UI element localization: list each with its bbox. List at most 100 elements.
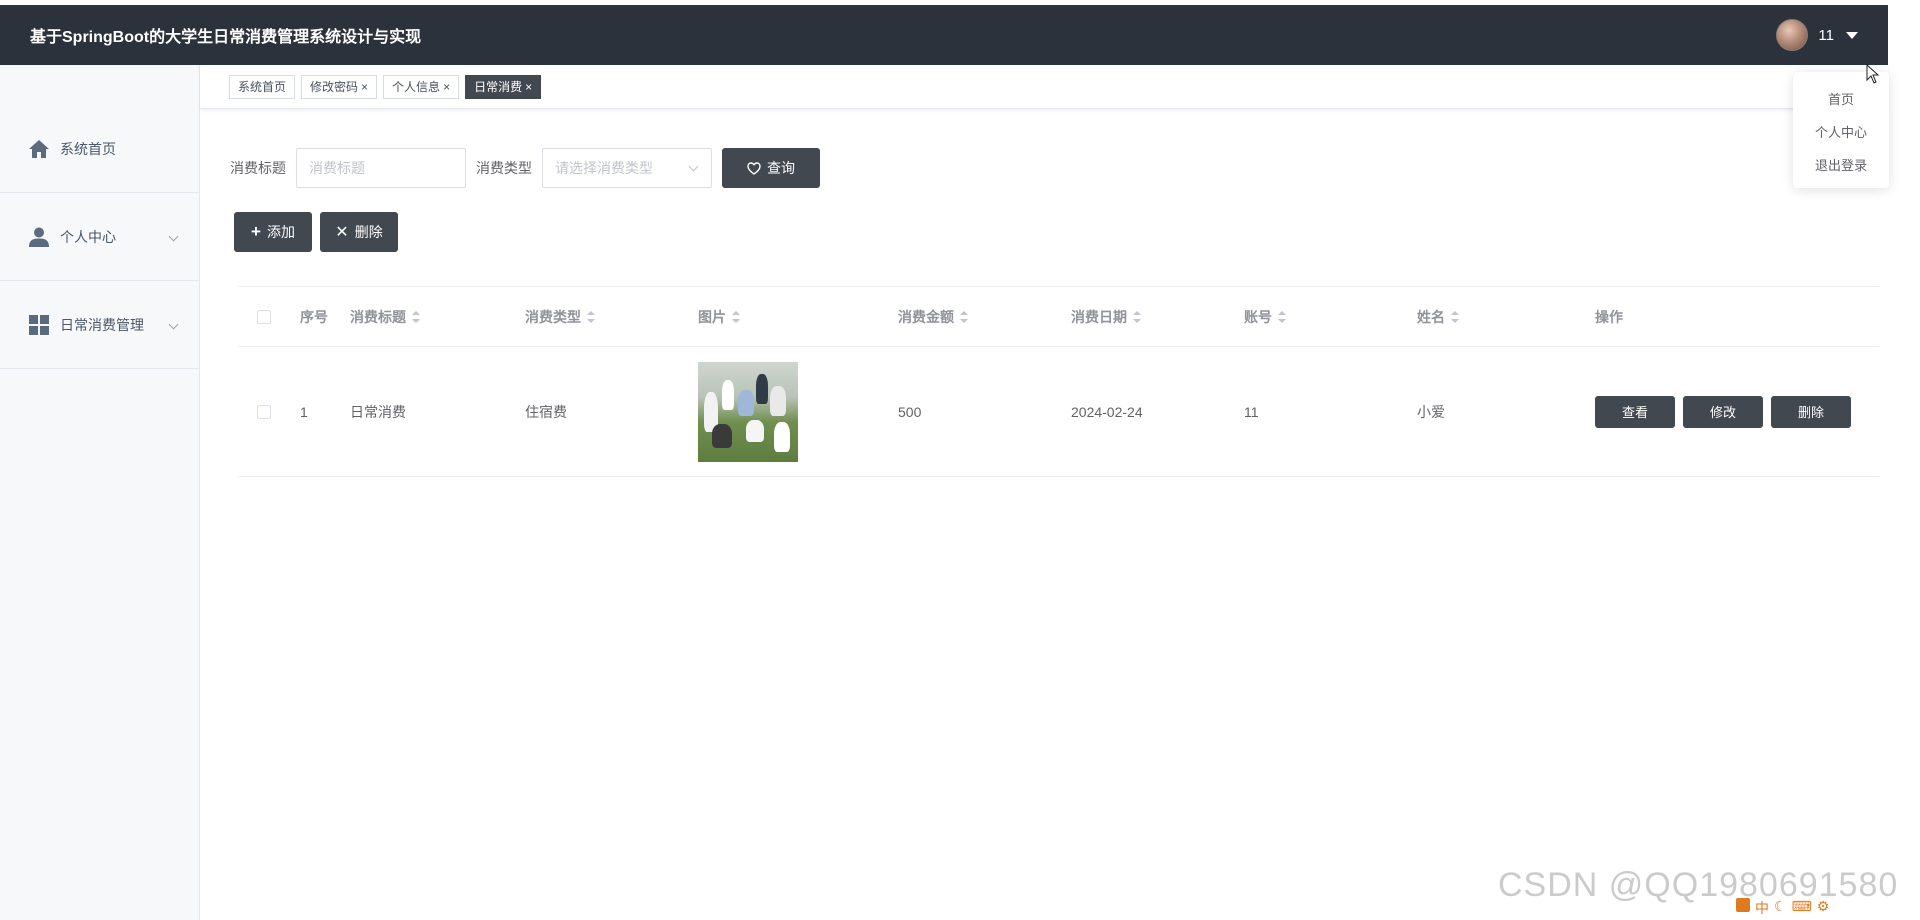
photo-figure — [770, 385, 786, 416]
header-name[interactable]: 姓名 — [1407, 307, 1580, 327]
close-icon: ✕ — [335, 224, 349, 241]
sidebar-item-consumption[interactable]: 日常消费管理 — [0, 281, 199, 369]
header-title[interactable]: 消费标题 — [340, 307, 515, 327]
delete-button-label: 删除 — [354, 224, 383, 240]
header-index: 序号 — [300, 308, 328, 325]
ime-language-label[interactable]: 中 — [1755, 898, 1769, 918]
close-icon[interactable]: × — [361, 80, 368, 94]
query-button-label: 查询 — [767, 160, 795, 176]
sidebar-item-label: 日常消费管理 — [60, 316, 144, 333]
sidebar-item-profile[interactable]: 个人中心 — [0, 193, 199, 281]
sort-icon[interactable] — [1451, 310, 1459, 323]
ime-tray: 中 ☾ ⌨ ⚙ — [1736, 898, 1829, 918]
caret-down-icon[interactable] — [1846, 31, 1858, 39]
search-form: 消费标题 消费类型 请选择消费类型 查询 — [230, 148, 820, 188]
header-ops: 操作 — [1595, 308, 1623, 325]
header-type[interactable]: 消费类型 — [515, 307, 688, 327]
cell-amount: 500 — [898, 403, 922, 420]
avatar[interactable] — [1776, 19, 1809, 51]
gear-icon[interactable]: ⚙ — [1817, 898, 1830, 918]
delete-button[interactable]: 删除 — [1771, 395, 1851, 428]
tabs-bar: 系统首页 修改密码 × 个人信息 × 日常消费 × — [200, 65, 1888, 109]
chevron-down-icon — [168, 231, 179, 241]
sort-icon[interactable] — [960, 310, 968, 323]
sort-icon[interactable] — [412, 310, 420, 323]
table-header-row: 序号 消费标题 消费类型 图片 消费金额 消费日期 账号 姓名 操作 — [238, 287, 1880, 347]
cell-index: 1 — [300, 403, 308, 420]
header-label: 消费标题 — [350, 308, 406, 325]
menu-item-home[interactable]: 首页 — [1793, 82, 1889, 115]
header-label: 消费金额 — [898, 308, 954, 325]
sidebar-item-home[interactable]: 系统首页 — [0, 105, 199, 193]
select-all-cell — [238, 309, 290, 324]
close-icon[interactable]: × — [443, 80, 450, 94]
tab-label: 日常消费 — [474, 80, 523, 94]
user-dropdown-menu: 首页 个人中心 退出登录 — [1793, 72, 1889, 188]
title-search-input[interactable] — [296, 148, 466, 188]
tab-change-password[interactable]: 修改密码 × — [301, 74, 378, 99]
sidebar-item-label: 个人中心 — [60, 228, 116, 245]
header-image[interactable]: 图片 — [688, 307, 888, 327]
add-button[interactable]: + 添加 — [234, 212, 312, 252]
menu-item-logout[interactable]: 退出登录 — [1793, 148, 1889, 181]
select-all-checkbox[interactable] — [257, 309, 271, 324]
top-header: 基于SpringBoot的大学生日常消费管理系统设计与实现 11 — [0, 5, 1888, 65]
cell-title: 日常消费 — [350, 403, 406, 420]
cell-type: 住宿费 — [525, 403, 567, 420]
photo-figure — [756, 373, 768, 404]
header-amount[interactable]: 消费金额 — [888, 307, 1061, 327]
tab-label: 个人信息 — [392, 80, 441, 94]
sidebar-item-label: 系统首页 — [60, 140, 116, 157]
view-button[interactable]: 查看 — [1595, 395, 1675, 428]
header-account[interactable]: 账号 — [1234, 307, 1407, 327]
watermark: CSDN @QQ1980691580 — [1498, 866, 1899, 904]
keyboard-icon[interactable]: ⌨ — [1792, 898, 1812, 918]
mouse-cursor-icon — [1866, 64, 1880, 84]
user-menu-trigger[interactable]: 11 — [1776, 19, 1858, 51]
photo-figure — [712, 423, 732, 448]
close-icon[interactable]: × — [525, 80, 532, 94]
row-checkbox[interactable] — [257, 404, 271, 419]
user-icon — [28, 226, 50, 248]
sort-icon[interactable] — [1133, 310, 1141, 323]
consumption-photo[interactable] — [698, 361, 798, 462]
header-label: 消费类型 — [525, 308, 581, 325]
grid-icon — [28, 314, 50, 336]
header-date[interactable]: 消费日期 — [1061, 307, 1234, 327]
photo-figure — [774, 421, 790, 452]
sidebar: 系统首页 个人中心 日常消费管理 — [0, 65, 200, 920]
sort-icon[interactable] — [732, 310, 740, 323]
header-label: 消费日期 — [1071, 308, 1127, 325]
batch-delete-button[interactable]: ✕ 删除 — [320, 212, 398, 252]
type-label: 消费类型 — [476, 160, 532, 176]
photo-figure — [722, 379, 734, 410]
chevron-down-icon — [168, 319, 179, 329]
ime-logo-icon[interactable] — [1736, 898, 1750, 912]
query-button[interactable]: 查询 — [722, 148, 820, 188]
type-select-placeholder: 请选择消费类型 — [555, 160, 653, 176]
table-row: 1 日常消费 住宿费 500 2024-02-24 11 小爱 查看 修改 删除 — [238, 347, 1880, 477]
tab-home[interactable]: 系统首页 — [229, 74, 296, 99]
cell-date: 2024-02-24 — [1071, 403, 1143, 420]
sort-icon[interactable] — [1278, 310, 1286, 323]
chevron-down-icon — [688, 161, 699, 172]
sort-icon[interactable] — [587, 310, 595, 323]
header-label: 账号 — [1244, 308, 1272, 325]
heart-icon — [747, 161, 761, 175]
action-bar: + 添加 ✕ 删除 — [234, 212, 398, 252]
app-title: 基于SpringBoot的大学生日常消费管理系统设计与实现 — [30, 29, 422, 46]
edit-button[interactable]: 修改 — [1683, 395, 1763, 428]
header-label: 姓名 — [1417, 308, 1445, 325]
tab-label: 系统首页 — [238, 80, 287, 94]
tab-daily-consumption[interactable]: 日常消费 × — [465, 74, 542, 99]
menu-item-profile[interactable]: 个人中心 — [1793, 115, 1889, 148]
tab-label: 修改密码 — [310, 80, 359, 94]
moon-icon[interactable]: ☾ — [1774, 898, 1787, 918]
username[interactable]: 11 — [1818, 27, 1834, 44]
tab-personal-info[interactable]: 个人信息 × — [383, 74, 460, 99]
title-label: 消费标题 — [230, 160, 286, 176]
type-select[interactable]: 请选择消费类型 — [542, 148, 712, 188]
header-label: 图片 — [698, 308, 726, 325]
add-button-label: 添加 — [266, 224, 295, 240]
photo-figure — [746, 419, 764, 442]
